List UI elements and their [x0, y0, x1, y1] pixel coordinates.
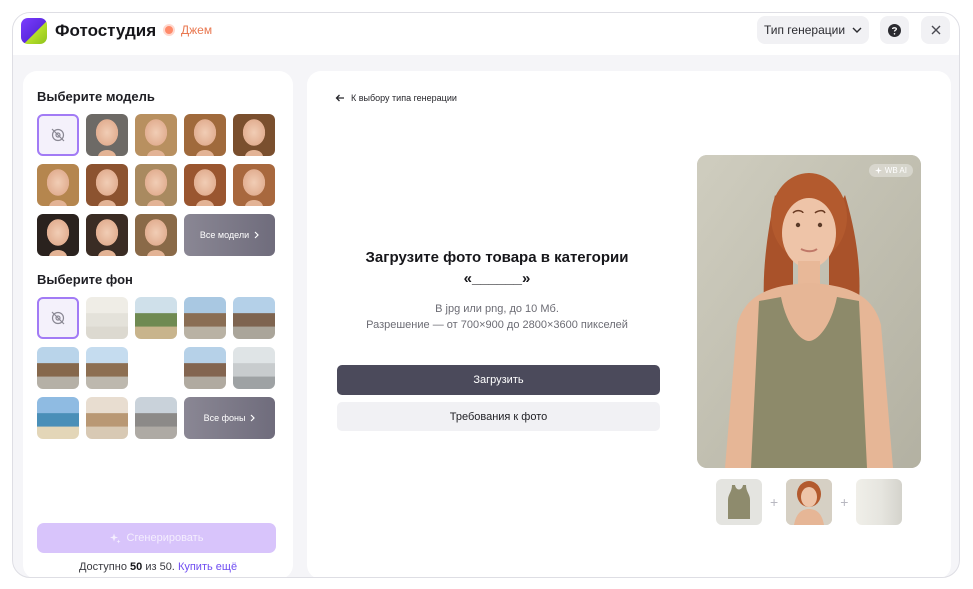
available-total: из 50. [145, 561, 175, 573]
upload-hint-resolution: Разрешение — от 700×900 до 2800×3600 пик… [366, 319, 628, 331]
photo-requirements-button[interactable]: Требования к фото [337, 402, 660, 431]
model-option-8[interactable] [184, 164, 226, 206]
background-option-10[interactable] [37, 397, 79, 439]
model-none-option[interactable] [37, 114, 79, 156]
background-option-11[interactable] [86, 397, 128, 439]
left-panel: Выберите модель Все модели Выберите фон [23, 71, 293, 577]
upload-hint: В jpg или png, до 10 Мб. Разрешение — от… [335, 301, 659, 333]
available-count: 50 [130, 561, 143, 573]
background-none-option[interactable] [37, 297, 79, 339]
tank-top-icon [728, 485, 750, 519]
model-option-11[interactable] [86, 214, 128, 256]
background-option-8[interactable] [184, 347, 226, 389]
model-option-3[interactable] [184, 114, 226, 156]
chevron-right-icon [250, 414, 256, 422]
background-option-12[interactable] [135, 397, 177, 439]
user-name: Джем [181, 23, 213, 37]
wb-ai-label: WB AI [884, 166, 907, 175]
background-thumbnail [856, 479, 903, 525]
all-models-label: Все модели [199, 230, 250, 240]
model-option-6[interactable] [86, 164, 128, 206]
background-option-5[interactable] [37, 347, 79, 389]
all-models-button[interactable]: Все модели [184, 214, 275, 256]
main-panel: К выбору типа генерации Загрузите фото т… [307, 71, 951, 577]
generation-type-label: Тип генерации [763, 23, 846, 37]
generate-label: Сгенерировать [126, 532, 204, 544]
top-bar: Фотостудия Джем Тип генерации [13, 13, 959, 55]
generation-type-dropdown[interactable]: Тип генерации [757, 16, 869, 44]
model-option-5[interactable] [37, 164, 79, 206]
generate-button[interactable]: Сгенерировать [37, 523, 276, 553]
model-thumbnail-illustration [786, 479, 833, 525]
background-option-9[interactable] [233, 347, 275, 389]
model-option-10[interactable] [37, 214, 79, 256]
model-thumbnail [786, 479, 833, 525]
model-option-4[interactable] [233, 114, 275, 156]
background-grid: Все фоны [37, 297, 275, 439]
background-option-2[interactable] [135, 297, 177, 339]
upload-button[interactable]: Загрузить [337, 365, 660, 395]
sparkle-icon [109, 533, 121, 543]
background-option-1[interactable] [86, 297, 128, 339]
plus-icon: + [840, 494, 849, 510]
no-image-icon [51, 311, 65, 325]
background-option-7[interactable] [135, 347, 177, 389]
plus-icon: + [770, 494, 779, 510]
upload-title: Загрузите фото товара в категории «_____… [335, 247, 659, 289]
model-section-title: Выберите модель [37, 89, 155, 104]
app-window: Фотостудия Джем Тип генерации Выберите м… [12, 12, 960, 578]
chevron-down-icon [852, 27, 862, 33]
product-thumbnail [716, 479, 762, 525]
question-circle-icon [888, 23, 901, 37]
background-option-6[interactable] [86, 347, 128, 389]
sparkle-icon [874, 167, 882, 174]
model-option-1[interactable] [86, 114, 128, 156]
model-preview-illustration [697, 155, 921, 468]
no-image-icon [51, 128, 65, 142]
available-prefix: Доступно [78, 561, 127, 573]
user-status-dot-icon [163, 24, 175, 36]
wb-ai-badge: WB AI [868, 164, 913, 177]
user-badge[interactable]: Джем [163, 23, 212, 37]
app-title: Фотостудия [55, 21, 157, 40]
upload-hint-format: В jpg или png, до 10 Мб. [435, 303, 559, 315]
background-option-3[interactable] [184, 297, 226, 339]
model-option-9[interactable] [233, 164, 275, 206]
close-icon [931, 25, 940, 35]
model-option-2[interactable] [135, 114, 177, 156]
model-grid: Все модели [37, 114, 275, 256]
background-option-4[interactable] [233, 297, 275, 339]
upload-title-line2: «______» [463, 270, 531, 287]
arrow-left-icon [335, 94, 344, 102]
background-section-title: Выберите фон [37, 272, 133, 287]
model-option-12[interactable] [135, 214, 177, 256]
buy-more-link[interactable]: Купить ещё [178, 561, 237, 573]
all-backgrounds-label: Все фоны [203, 413, 246, 423]
all-backgrounds-button[interactable]: Все фоны [184, 397, 275, 439]
back-link-label: К выбору типа генерации [351, 93, 457, 103]
upload-title-line1: Загрузите фото товара в категории [365, 249, 629, 266]
back-link[interactable]: К выбору типа генерации [335, 93, 457, 103]
preview-image: WB AI [697, 155, 921, 468]
app-logo-icon [21, 18, 47, 44]
available-counter: Доступно 50 из 50. Купить ещё [23, 561, 293, 573]
model-option-7[interactable] [135, 164, 177, 206]
chevron-right-icon [254, 231, 259, 239]
example-thumbnails: + + [716, 479, 903, 525]
help-button[interactable] [880, 16, 909, 44]
close-button[interactable] [921, 16, 950, 44]
